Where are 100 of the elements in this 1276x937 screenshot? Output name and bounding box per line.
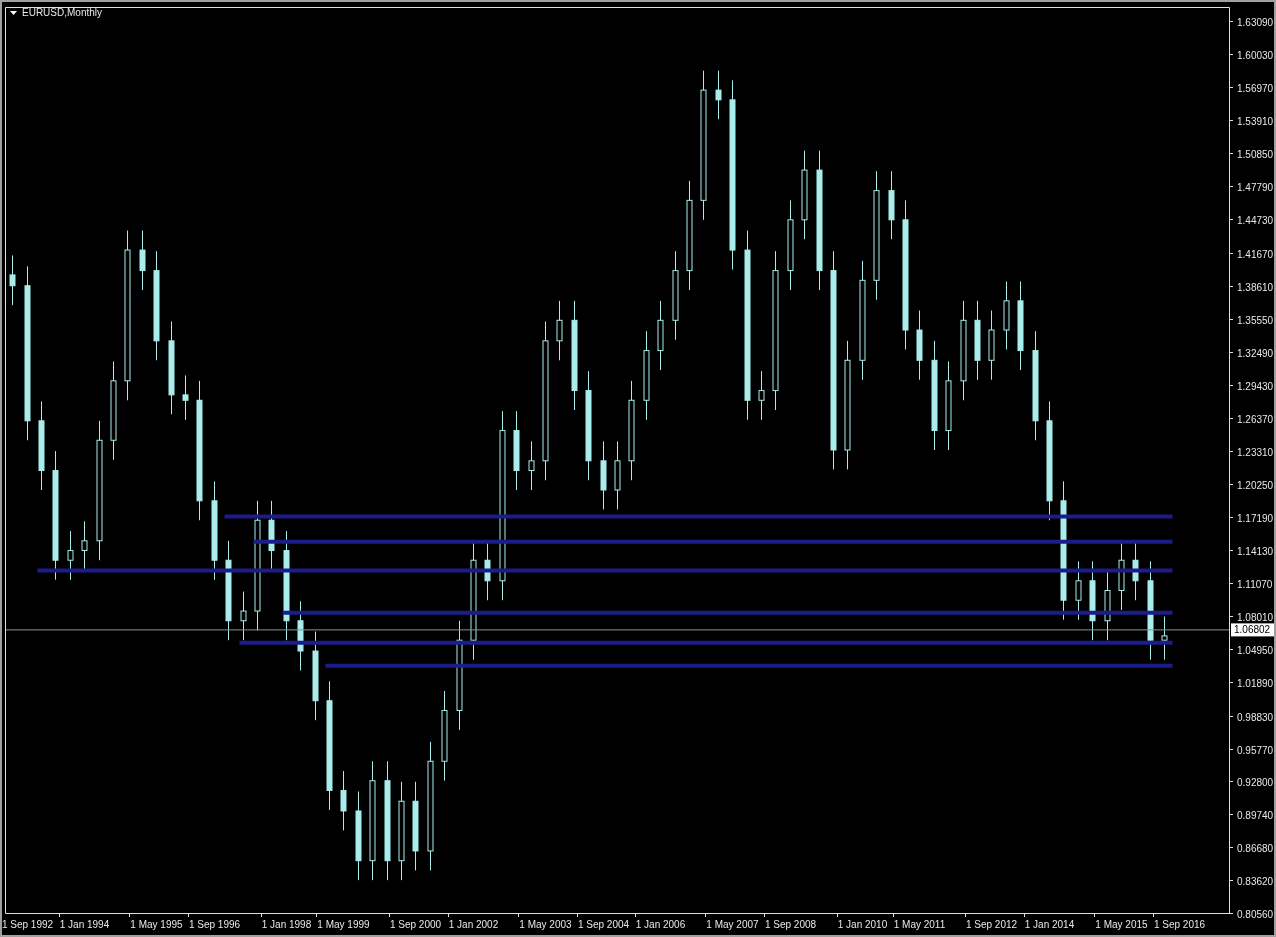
price-axis-label: 1.26370	[1237, 413, 1274, 425]
date-axis-label: 1 Sep 2016	[1153, 919, 1206, 930]
candle-body	[312, 650, 319, 702]
date-axis-label: 1 May 1995	[130, 919, 183, 930]
candle-body	[657, 319, 664, 352]
candle-body	[643, 350, 650, 401]
tick-mark	[1228, 716, 1234, 717]
candle-body	[585, 390, 592, 462]
candle-body	[268, 519, 275, 551]
price-axis-label: 0.83620	[1237, 875, 1274, 887]
candle-body	[456, 639, 463, 711]
tick-mark	[837, 912, 838, 918]
candle-wick	[84, 520, 85, 571]
tick-mark	[635, 912, 636, 918]
date-axis-label: 1 Jan 2006	[635, 919, 686, 930]
price-axis-label: 1.60030	[1237, 49, 1274, 61]
candle-body	[672, 270, 679, 321]
candle-body	[1147, 580, 1154, 641]
tick-mark	[448, 912, 449, 918]
horizontal-level-line[interactable]	[325, 663, 1173, 668]
tick-mark	[1228, 649, 1234, 650]
horizontal-level-line[interactable]	[37, 568, 1173, 573]
tick-mark	[1228, 253, 1234, 254]
tick-mark	[577, 912, 578, 918]
tick-mark	[59, 912, 60, 918]
candle-body	[787, 219, 794, 272]
candle-body	[1118, 559, 1125, 591]
price-axis-label: 1.56970	[1237, 82, 1274, 94]
candle-body	[974, 319, 981, 361]
tick-mark	[389, 912, 390, 918]
candle-body	[614, 460, 621, 491]
date-axis-label: 1 Sep 1992	[2, 919, 54, 930]
candle-body	[528, 460, 535, 472]
tick-mark	[1228, 418, 1234, 419]
tick-mark	[518, 912, 519, 918]
date-axis-label: 1 Sep 1996	[188, 919, 241, 930]
candle-body	[945, 380, 952, 432]
candle-body	[398, 800, 405, 862]
candle-body	[556, 319, 563, 342]
candle-body	[1132, 559, 1139, 582]
candle-wick	[718, 70, 719, 120]
candle-body	[38, 420, 45, 472]
candle-body	[628, 399, 635, 462]
horizontal-level-line[interactable]	[282, 610, 1173, 615]
tick-mark	[1228, 781, 1234, 782]
date-axis-label: 1 May 2011	[893, 919, 946, 930]
chart-title: EURUSD,Monthly	[22, 8, 103, 18]
candle-body	[110, 380, 117, 441]
date-axis-label: 1 Sep 2004	[577, 919, 630, 930]
tick-mark	[1228, 120, 1234, 121]
tick-mark	[1228, 583, 1234, 584]
tick-mark	[1153, 912, 1154, 918]
price-axis-label: 1.17190	[1237, 512, 1274, 524]
candle-body	[412, 800, 419, 852]
tick-mark	[764, 912, 765, 918]
tick-mark	[893, 912, 894, 918]
tick-mark	[1228, 21, 1234, 22]
price-axis-label: 0.95770	[1237, 744, 1274, 756]
price-axis-label: 1.29430	[1237, 380, 1274, 392]
horizontal-level-line[interactable]	[253, 539, 1173, 544]
candle-body	[225, 559, 232, 622]
tick-mark	[1228, 517, 1234, 518]
price-axis-label: 0.80560	[1237, 908, 1274, 920]
tick-mark	[1228, 880, 1234, 881]
tick-mark	[1228, 219, 1234, 220]
candle-body	[283, 550, 290, 622]
price-axis-label: 1.20250	[1237, 479, 1274, 491]
date-axis-label: 1 Sep 2012	[965, 919, 1018, 930]
tick-mark	[1228, 550, 1234, 551]
date-axis-label: 1 Jan 1998	[261, 919, 312, 930]
candle-wick	[12, 254, 13, 306]
tick-mark	[1228, 749, 1234, 750]
tick-mark	[1228, 616, 1234, 617]
horizontal-level-line[interactable]	[224, 514, 1173, 519]
tick-mark	[1024, 912, 1025, 918]
price-axis-label: 1.38610	[1237, 281, 1274, 293]
candle-wick	[70, 530, 71, 581]
candle-wick	[761, 370, 762, 421]
tick-mark	[1094, 912, 1095, 918]
dropdown-triangle-icon[interactable]	[10, 11, 17, 15]
date-axis-label: 1 Sep 2008	[764, 919, 817, 930]
price-axis-label: 0.98830	[1237, 711, 1274, 723]
candle-body	[1075, 580, 1082, 601]
date-axis-label: 1 May 2007	[706, 919, 759, 930]
candle-body	[513, 430, 520, 472]
candle-body	[441, 709, 448, 762]
candle-body	[240, 610, 247, 622]
date-axis-label: 1 Jan 2010	[837, 919, 888, 930]
tick-mark	[261, 912, 262, 918]
tick-mark	[1228, 913, 1234, 914]
candle-body	[758, 390, 765, 401]
price-axis-label: 1.11070	[1237, 578, 1273, 590]
price-axis-label: 1.63090	[1237, 16, 1274, 28]
tick-mark	[1228, 484, 1234, 485]
date-axis-label: 1 May 2015	[1095, 919, 1148, 930]
price-axis-label: 1.41670	[1237, 248, 1274, 260]
candle-body	[340, 789, 347, 812]
horizontal-level-line[interactable]	[239, 640, 1173, 645]
candle-body	[1089, 580, 1096, 622]
candle-body	[153, 270, 160, 342]
